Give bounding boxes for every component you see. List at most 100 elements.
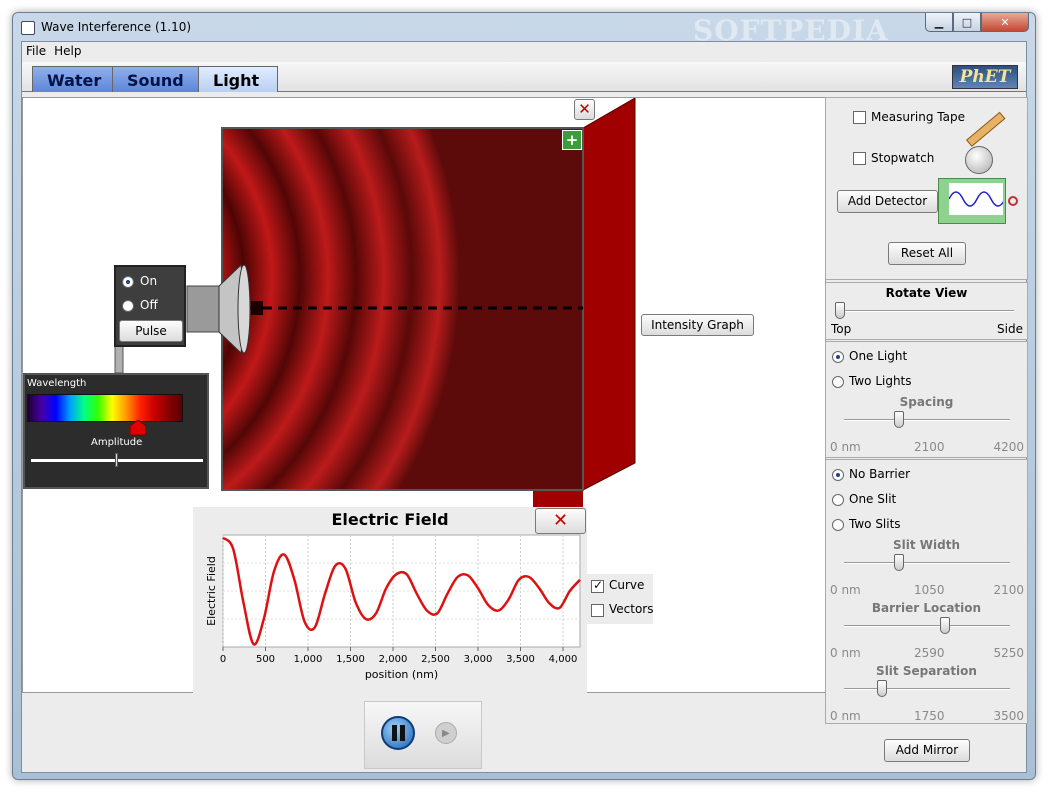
slit-separation-max: 3500 xyxy=(993,709,1024,723)
field-options: Curve Vectors xyxy=(587,574,654,624)
reset-all-button[interactable]: Reset All xyxy=(888,242,966,265)
light-source-aperture xyxy=(237,264,251,354)
off-radio[interactable] xyxy=(122,300,134,312)
rotate-view-slider[interactable] xyxy=(840,310,1014,312)
slit-separation-slider[interactable] xyxy=(844,688,1010,690)
two-lights-label: Two Lights xyxy=(849,374,912,388)
detector-target-icon xyxy=(1008,196,1018,206)
amplitude-label: Amplitude xyxy=(91,437,143,448)
barrier-location-thumb[interactable] xyxy=(940,617,951,634)
slit-width-slider[interactable] xyxy=(844,562,1010,564)
close-wave-view-button[interactable]: ✕ xyxy=(574,99,595,120)
close-electric-field-button[interactable]: ✕ xyxy=(535,508,586,534)
slit-separation-min: 0 nm xyxy=(830,709,861,723)
intensity-graph-button[interactable]: Intensity Graph xyxy=(641,314,754,336)
wavelength-panel: Wavelength Amplitude xyxy=(23,373,209,489)
tab-sound[interactable]: Sound xyxy=(112,66,212,92)
close-icon: ✕ xyxy=(578,100,591,118)
maximize-icon: □ xyxy=(961,15,973,29)
close-icon: ✕ xyxy=(552,510,569,531)
barrier-location-slider[interactable] xyxy=(844,625,1010,627)
minimize-button[interactable]: ▁ xyxy=(925,13,953,32)
vectors-checkbox[interactable] xyxy=(591,604,604,617)
step-icon: ▶ xyxy=(442,728,450,739)
one-slit-radio[interactable] xyxy=(832,494,844,506)
rotate-view-thumb[interactable] xyxy=(835,302,845,319)
slit-width-thumb[interactable] xyxy=(893,554,904,571)
expand-view-button[interactable]: + xyxy=(562,130,582,150)
wavelength-slider[interactable] xyxy=(27,394,183,422)
spacing-mid: 2100 xyxy=(914,440,945,454)
rotate-top-label: Top xyxy=(831,322,852,336)
detector-icon xyxy=(938,178,1006,224)
tools-panel: Measuring Tape Stopwatch Add Detector Re… xyxy=(825,97,1028,280)
simulation-canvas: ✕ + On Off Pulse Wavelength Amplitude In… xyxy=(22,97,826,693)
stopwatch-label: Stopwatch xyxy=(871,151,935,165)
measuring-tape-checkbox[interactable] xyxy=(853,111,866,124)
stopwatch-checkbox[interactable] xyxy=(853,152,866,165)
menu-help[interactable]: Help xyxy=(50,42,85,62)
electric-field-panel: Electric Field 0 500 1,000 1,500 2,000 2,500 3… xyxy=(193,507,587,693)
one-light-radio[interactable] xyxy=(832,351,844,363)
add-detector-button[interactable]: Add Detector xyxy=(837,190,938,213)
slit-width-min: 0 nm xyxy=(830,583,861,597)
spacing-slider[interactable] xyxy=(844,419,1010,421)
lights-panel: One Light Two Lights Spacing 0 nm 2100 4… xyxy=(825,341,1028,458)
x-tick-label: 500 xyxy=(256,654,275,665)
slit-width-label: Slit Width xyxy=(892,538,960,552)
pause-button[interactable] xyxy=(381,716,415,750)
x-tick-label: 0 xyxy=(220,654,226,665)
close-button[interactable]: ✕ xyxy=(981,13,1029,32)
title-bar: Wave Interference (1.10) SOFTPEDIA ▁ □ ✕ xyxy=(13,13,1035,47)
phet-logo[interactable]: PhET xyxy=(952,65,1018,89)
rotate-view-panel: Rotate View Top Side xyxy=(825,282,1028,340)
x-tick-label: 1,500 xyxy=(336,654,365,665)
no-barrier-radio[interactable] xyxy=(832,469,844,481)
no-barrier-label: No Barrier xyxy=(849,467,911,481)
on-radio[interactable] xyxy=(122,276,134,288)
two-lights-radio[interactable] xyxy=(832,376,844,388)
x-tick-label: 1,000 xyxy=(294,654,323,665)
barrier-location-mid: 2590 xyxy=(914,646,945,660)
spacing-thumb[interactable] xyxy=(893,411,904,428)
close-icon: ✕ xyxy=(1000,15,1010,29)
x-tick-label: 4,000 xyxy=(549,654,578,665)
tab-light[interactable]: Light xyxy=(198,66,278,92)
client-area: File Help Water Sound Light PhET ✕ + On … xyxy=(21,41,1028,773)
slit-width-max: 2100 xyxy=(993,583,1024,597)
plus-icon: + xyxy=(565,131,579,149)
maximize-button[interactable]: □ xyxy=(953,13,981,32)
pause-icon xyxy=(392,725,397,741)
menu-file[interactable]: File xyxy=(22,42,50,62)
wavelength-label: Wavelength xyxy=(27,378,87,389)
app-window: Wave Interference (1.10) SOFTPEDIA ▁ □ ✕… xyxy=(12,12,1036,780)
barrier-location-min: 0 nm xyxy=(830,646,861,660)
playback-controls: ▶ xyxy=(364,701,482,769)
electric-field-chart: 0 500 1,000 1,500 2,000 2,500 3,000 3,500 4,000 p… xyxy=(205,534,581,681)
one-slit-label: One Slit xyxy=(849,492,897,506)
barrier-panel: No Barrier One Slit Two Slits Slit Width… xyxy=(825,459,1028,724)
add-mirror-button[interactable]: Add Mirror xyxy=(884,739,970,762)
x-tick-label: 2,500 xyxy=(421,654,450,665)
barrier-location-label: Barrier Location xyxy=(871,601,982,615)
tab-water[interactable]: Water xyxy=(32,66,124,92)
rotate-side-label: Side xyxy=(997,322,1023,336)
minimize-icon: ▁ xyxy=(934,15,944,29)
source-connector xyxy=(114,342,124,374)
spacing-label: Spacing xyxy=(899,395,954,409)
window-title: Wave Interference (1.10) xyxy=(41,20,192,34)
measuring-tape-label: Measuring Tape xyxy=(871,110,965,124)
pulse-button[interactable]: Pulse xyxy=(119,320,183,342)
pause-icon-bar xyxy=(400,725,405,741)
slit-separation-thumb[interactable] xyxy=(877,680,888,697)
amplitude-thumb[interactable] xyxy=(115,453,118,467)
off-label: Off xyxy=(140,298,158,312)
wave-source-point xyxy=(251,301,263,315)
stopwatch-icon xyxy=(965,146,993,174)
two-slits-radio[interactable] xyxy=(832,519,844,531)
curve-checkbox[interactable] xyxy=(591,578,604,593)
step-button[interactable]: ▶ xyxy=(435,722,457,744)
wave-side-wall xyxy=(582,98,636,491)
spacing-min: 0 nm xyxy=(830,440,861,454)
one-light-label: One Light xyxy=(849,349,908,363)
